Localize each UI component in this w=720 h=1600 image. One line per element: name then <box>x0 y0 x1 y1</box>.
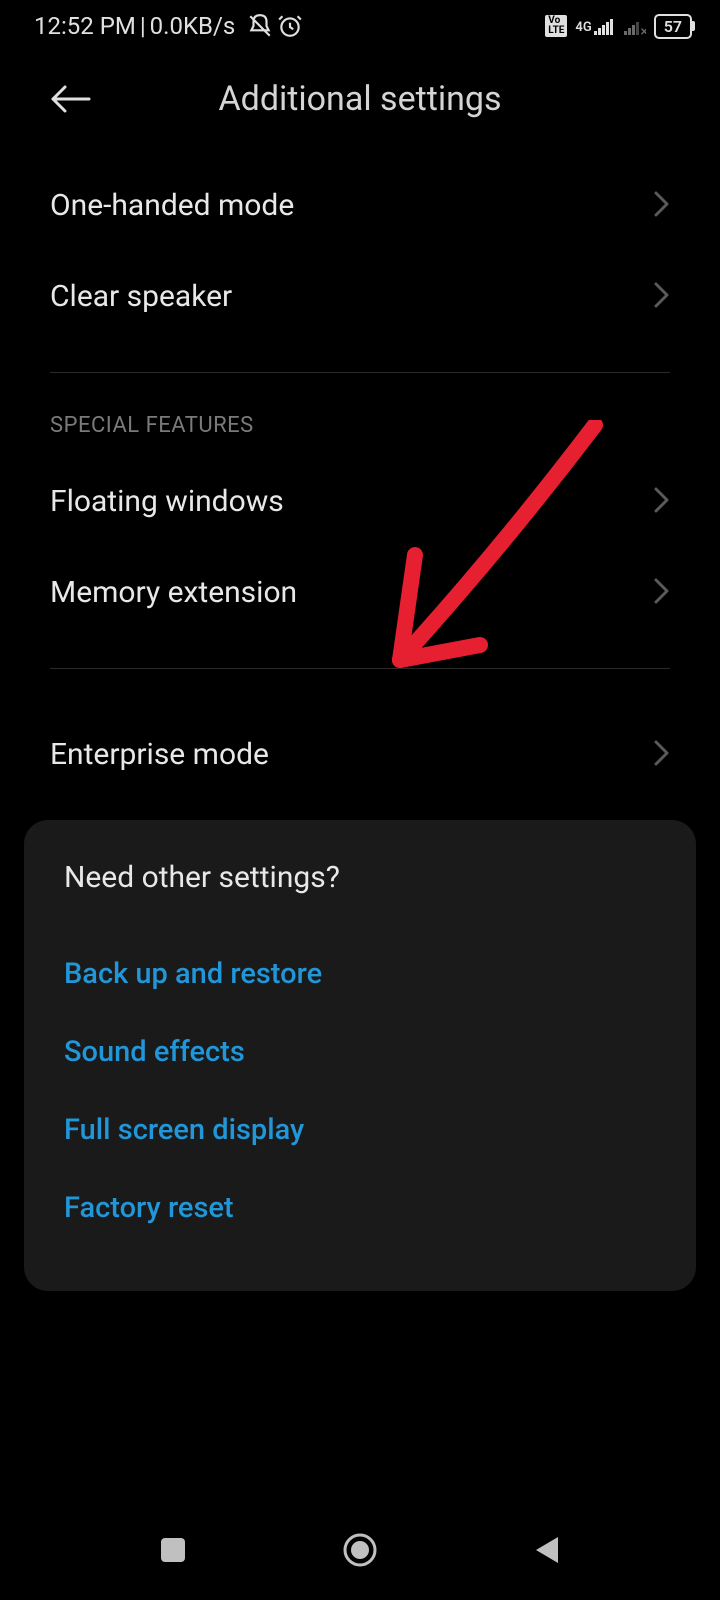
link-backup-restore[interactable]: Back up and restore <box>64 935 656 1013</box>
nav-back-button[interactable] <box>517 1520 577 1580</box>
nav-home-button[interactable] <box>330 1520 390 1580</box>
mute-icon <box>247 13 273 39</box>
alarm-icon <box>277 13 303 39</box>
volte-icon: Vo LTE <box>545 15 567 37</box>
setting-label: Clear speaker <box>50 279 232 314</box>
link-full-screen-display[interactable]: Full screen display <box>64 1091 656 1169</box>
setting-label: Floating windows <box>50 484 284 519</box>
settings-list: One-handed mode Clear speaker SPECIAL FE… <box>0 160 720 800</box>
navigation-bar <box>0 1500 720 1600</box>
svg-text:✕: ✕ <box>640 27 646 35</box>
status-data-rate: 0.0KB/s <box>150 12 236 40</box>
status-bar-right: Vo LTE 4G ✕ 57 <box>545 14 692 39</box>
link-factory-reset[interactable]: Factory reset <box>64 1169 656 1247</box>
setting-memory-extension[interactable]: Memory extension <box>50 547 670 638</box>
other-settings-card: Need other settings? Back up and restore… <box>24 820 696 1291</box>
app-header: Additional settings <box>0 48 720 160</box>
section-header-special-features: SPECIAL FEATURES <box>50 413 670 438</box>
nav-recent-button[interactable] <box>143 1520 203 1580</box>
status-separator: | <box>140 12 146 40</box>
card-title: Need other settings? <box>64 860 656 895</box>
status-bar: 12:52 PM | 0.0KB/s Vo LTE 4G <box>0 0 720 48</box>
status-time: 12:52 PM <box>34 12 136 40</box>
chevron-right-icon <box>654 282 670 312</box>
back-button[interactable] <box>50 78 92 120</box>
status-bar-left: 12:52 PM | 0.0KB/s <box>34 12 303 40</box>
battery-icon: 57 <box>654 14 692 39</box>
setting-one-handed-mode[interactable]: One-handed mode <box>50 160 670 251</box>
setting-label: Memory extension <box>50 575 297 610</box>
setting-label: Enterprise mode <box>50 737 269 772</box>
divider <box>50 668 670 669</box>
setting-clear-speaker[interactable]: Clear speaker <box>50 251 670 342</box>
signal-nosim-icon: ✕ <box>624 17 646 35</box>
signal-4g-icon: 4G <box>575 17 615 35</box>
link-sound-effects[interactable]: Sound effects <box>64 1013 656 1091</box>
setting-floating-windows[interactable]: Floating windows <box>50 456 670 547</box>
setting-label: One-handed mode <box>50 188 294 223</box>
setting-enterprise-mode[interactable]: Enterprise mode <box>50 709 670 800</box>
chevron-right-icon <box>654 578 670 608</box>
chevron-right-icon <box>654 487 670 517</box>
chevron-right-icon <box>654 740 670 770</box>
page-title: Additional settings <box>218 79 501 119</box>
divider <box>50 372 670 373</box>
chevron-right-icon <box>654 191 670 221</box>
